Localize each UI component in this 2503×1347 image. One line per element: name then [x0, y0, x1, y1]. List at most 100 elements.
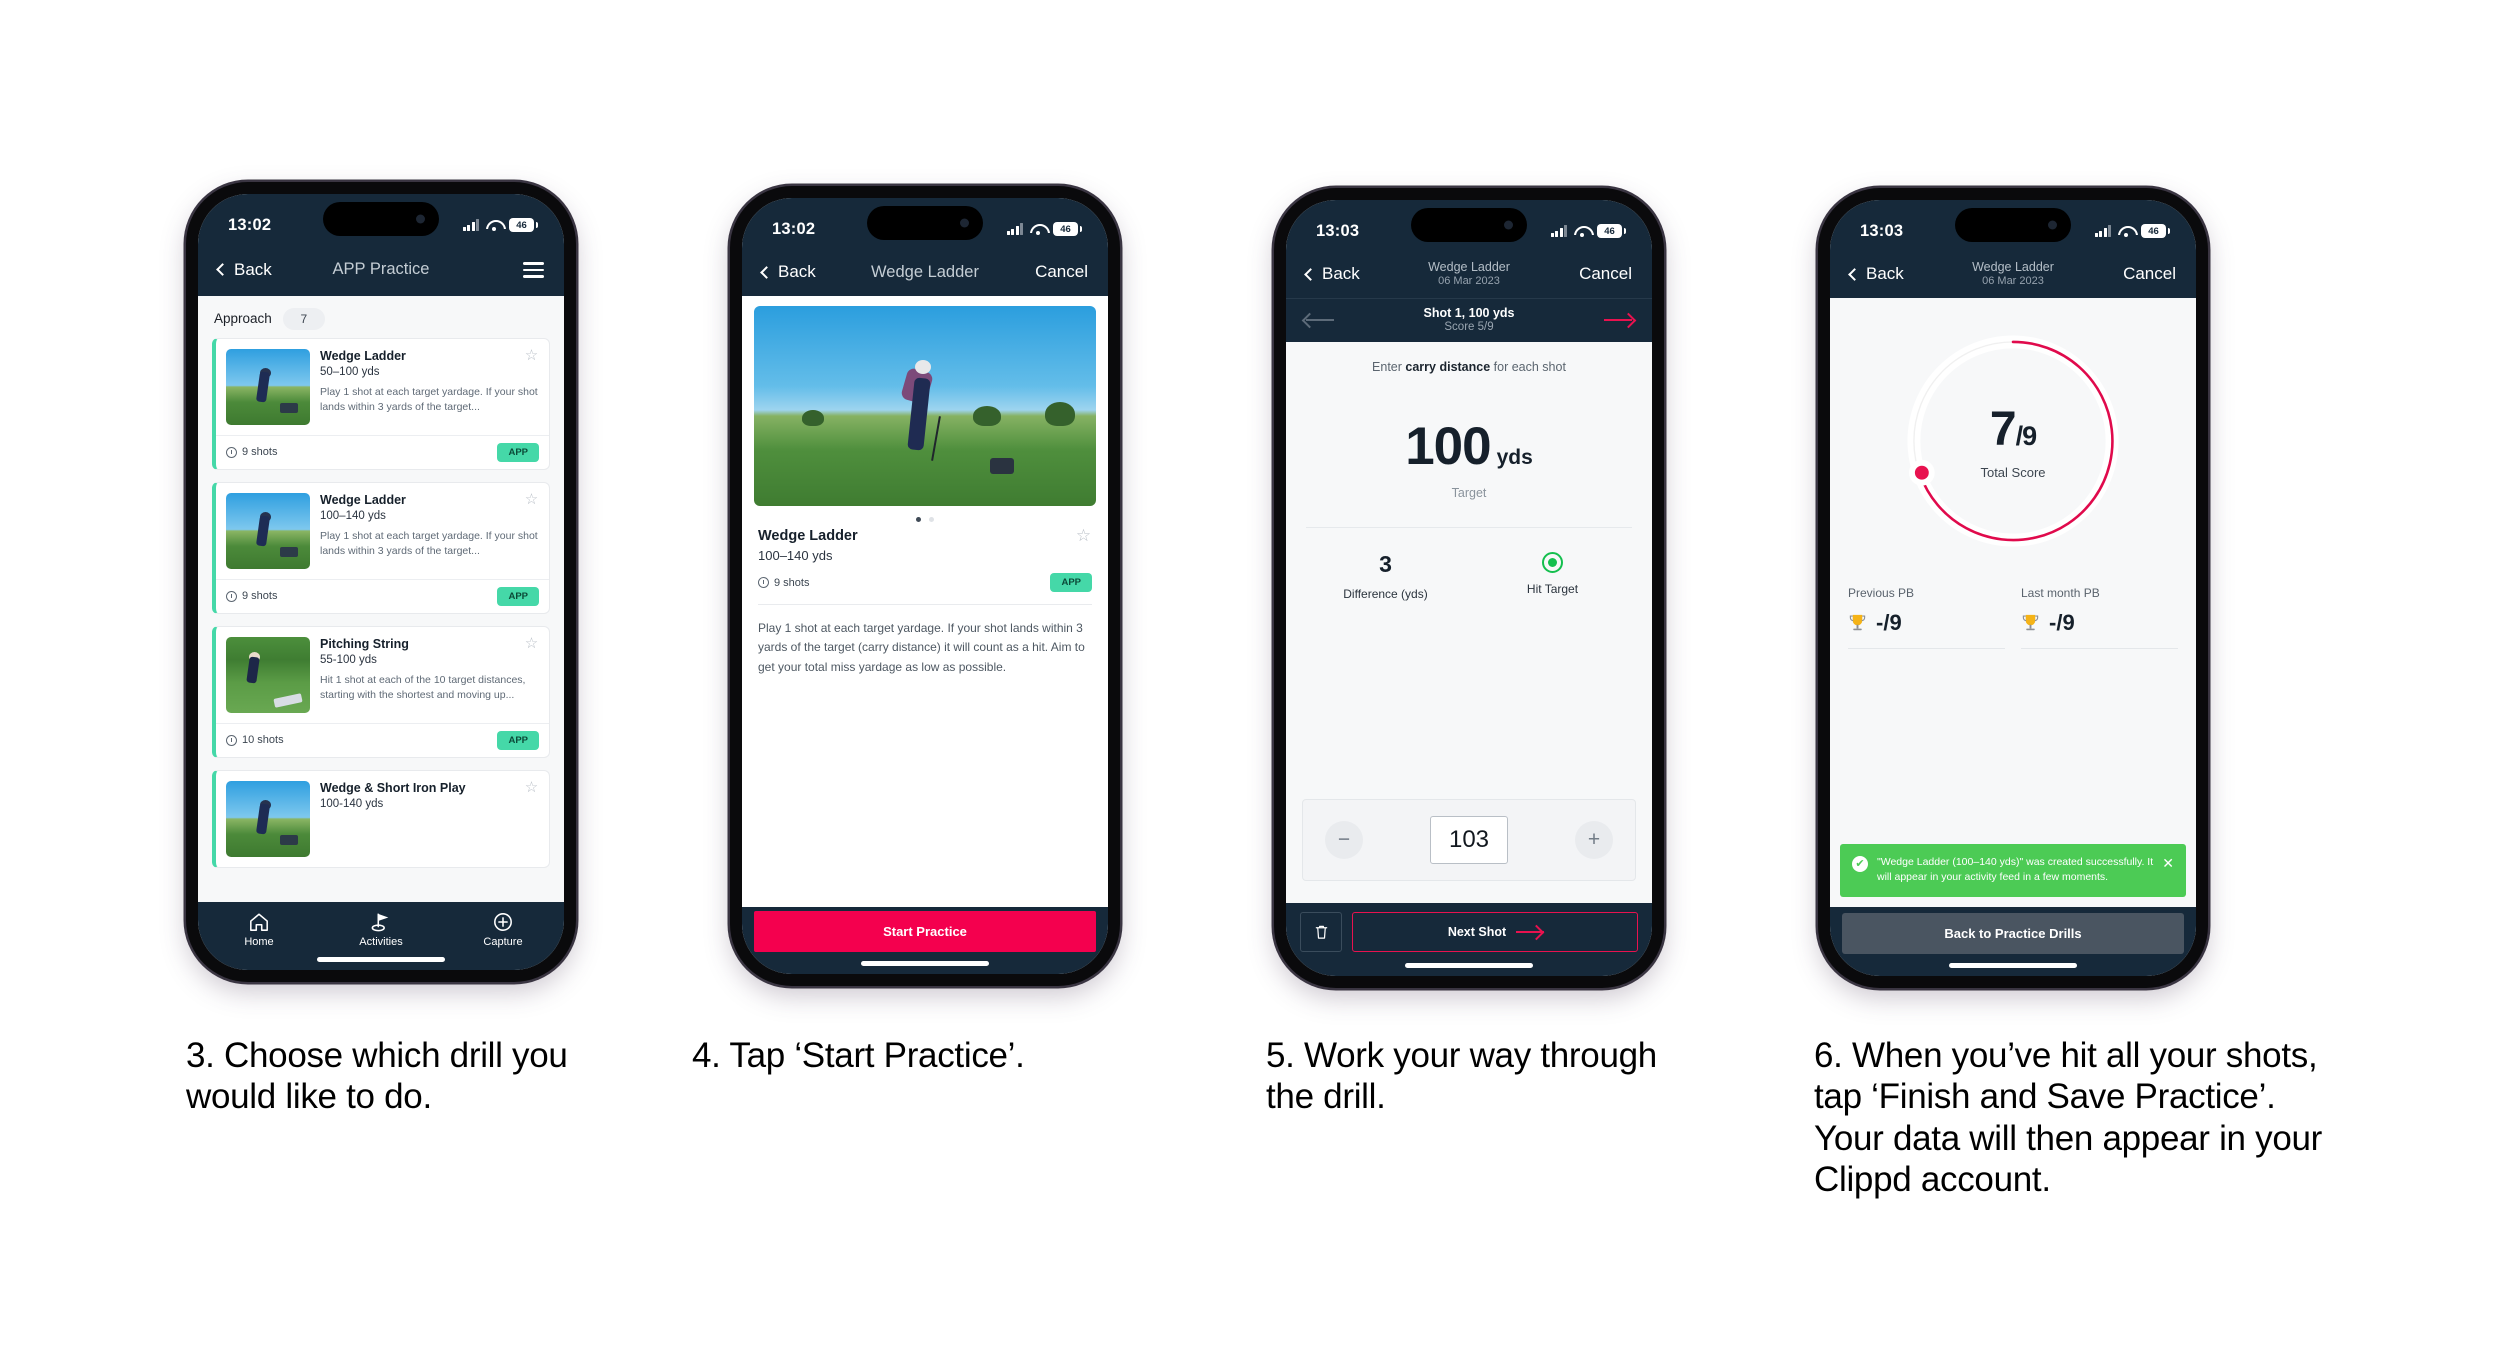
back-label: Back — [1322, 264, 1360, 283]
score-ring-text: 7/9 Total Score — [1904, 332, 2122, 550]
home-indicator — [317, 957, 445, 962]
tab-capture-label: Capture — [483, 936, 523, 948]
detail-description: Play 1 shot at each target yardage. If y… — [758, 621, 1085, 674]
chevron-left-icon — [216, 263, 229, 277]
score-numerator: 7 — [1989, 403, 2017, 456]
drill-shots: 10 shots — [226, 734, 284, 746]
back-button[interactable]: Back — [1304, 264, 1360, 284]
favorite-star-icon[interactable]: ☆ — [1075, 527, 1092, 545]
chevron-left-icon — [1848, 267, 1861, 281]
cancel-button[interactable]: Cancel — [2123, 264, 2176, 284]
nav-bar-2: Back Wedge Ladder Cancel — [742, 254, 1108, 296]
cellular-signal-icon — [2094, 225, 2111, 237]
carousel-dot-active[interactable] — [916, 517, 921, 522]
delete-shot-button[interactable] — [1300, 912, 1342, 952]
next-shot-button[interactable]: Next Shot — [1352, 912, 1638, 952]
cancel-button[interactable]: Cancel — [1035, 262, 1088, 282]
drill-description: Play 1 shot at each target yardage. If y… — [320, 529, 538, 558]
detail-badge: APP — [1050, 573, 1092, 592]
drill-title: Wedge Ladder — [320, 492, 406, 507]
status-time: 13:03 — [1316, 221, 1360, 240]
target-section: 100 yds Target 3 Difference (yds) Hit Tar… — [1286, 374, 1652, 601]
battery-icon: 46 — [509, 218, 538, 232]
back-button[interactable]: Back — [760, 262, 816, 282]
drill-info: Wedge Ladder ☆ 50–100 yds Play 1 shot at… — [320, 348, 539, 425]
results-body: 7/9 Total Score Previous PB -/9 Last mon… — [1830, 298, 2196, 907]
status-time: 13:03 — [1860, 221, 1904, 240]
plus-circle-icon — [494, 913, 512, 931]
carousel-dot[interactable] — [929, 517, 934, 522]
cancel-button[interactable]: Cancel — [1579, 264, 1632, 284]
back-label: Back — [234, 259, 272, 279]
start-practice-button[interactable]: Start Practice — [754, 911, 1096, 952]
cta-footer: Start Practice — [742, 907, 1108, 974]
caption-step-6: 6. When you’ve hit all your shots, tap ‘… — [1814, 1036, 2323, 1199]
shot-score: Score 5/9 — [1444, 321, 1494, 333]
screen-shot-entry: 13:03 46 Back Wedge Ladder 06 Mar 2023 C… — [1286, 200, 1652, 976]
tab-activities[interactable]: Activities — [320, 912, 442, 948]
status-bar-1: 13:02 46 — [198, 194, 564, 250]
drill-shots-label: 9 shots — [242, 590, 278, 603]
next-shot-label: Next Shot — [1447, 925, 1507, 939]
drill-title: Wedge & Short Iron Play — [320, 780, 466, 795]
trash-icon — [1315, 925, 1327, 939]
category-filter-row[interactable]: Approach 7 — [198, 296, 564, 338]
drill-card[interactable]: Wedge & Short Iron Play ☆ 100-140 yds — [212, 769, 550, 868]
drill-thumbnail — [226, 780, 310, 857]
status-bar-3: 13:03 46 — [1286, 200, 1652, 256]
drill-badge: APP — [497, 730, 539, 750]
category-count-pill[interactable]: 7 — [282, 307, 325, 330]
target-value-row: 100 yds Target — [1302, 416, 1636, 500]
detail-range: 100–140 yds — [758, 548, 833, 563]
screen-app-practice: 13:02 46 Back APP Practice Approach 7 We… — [198, 194, 564, 970]
drill-list-body[interactable]: Approach 7 Wedge Ladder ☆ 50–100 yds Pla… — [198, 295, 564, 902]
shot-entry-body: Enter carry distance for each shot 100 yd… — [1286, 342, 1652, 903]
back-button[interactable]: Back — [216, 259, 272, 280]
drill-badge: APP — [497, 442, 539, 462]
previous-shot-arrow-icon[interactable] — [1304, 313, 1334, 327]
status-indicators: 46 — [1550, 224, 1626, 238]
decrement-button[interactable]: − — [1325, 821, 1363, 859]
clock-icon — [226, 446, 237, 458]
carry-distance-input[interactable]: 103 — [1430, 816, 1508, 864]
target-unit: yds — [1496, 446, 1533, 469]
favorite-star-icon[interactable]: ☆ — [524, 492, 539, 508]
previous-pb-value: -/9 — [1876, 610, 1902, 635]
back-label: Back — [778, 262, 816, 281]
dynamic-island — [867, 206, 983, 240]
status-time: 13:02 — [772, 219, 816, 238]
drill-card[interactable]: Pitching String ☆ 55-100 yds Hit 1 shot … — [212, 625, 550, 758]
drill-card[interactable]: Wedge Ladder ☆ 100–140 yds Play 1 shot a… — [212, 481, 550, 614]
dynamic-island — [323, 202, 439, 236]
hint-prefix: Enter — [1372, 360, 1406, 374]
personal-best-grid: Previous PB -/9 Last month PB -/9 — [1830, 586, 2196, 649]
tab-capture[interactable]: Capture — [442, 912, 564, 948]
close-icon[interactable]: ✕ — [2162, 856, 2174, 870]
phone-mockup-4: 13:03 46 Back Wedge Ladder 06 Mar 2023 C… — [1818, 188, 2208, 988]
previous-pb-label: Previous PB — [1848, 586, 1915, 600]
carousel-dots[interactable] — [742, 506, 1108, 526]
arrow-right-icon — [1516, 925, 1545, 939]
screen-results: 13:03 46 Back Wedge Ladder 06 Mar 2023 C… — [1830, 200, 2196, 976]
hamburger-menu-icon[interactable] — [523, 258, 544, 282]
drill-range: 55-100 yds — [320, 653, 377, 666]
next-shot-arrow-icon[interactable] — [1604, 313, 1634, 327]
divider — [1306, 527, 1632, 528]
detail-body[interactable]: Wedge Ladder ☆ 100–140 yds 9 shots APP P… — [742, 296, 1108, 907]
favorite-star-icon[interactable]: ☆ — [524, 780, 539, 796]
wifi-icon — [486, 219, 502, 231]
favorite-star-icon[interactable]: ☆ — [524, 348, 539, 364]
increment-button[interactable]: + — [1575, 821, 1613, 859]
back-button[interactable]: Back — [1848, 264, 1904, 284]
detail-meta-row: 9 shots APP — [758, 573, 1092, 592]
tab-home[interactable]: Home — [198, 912, 320, 948]
success-toast: ✔ "Wedge Ladder (100–140 yds)" was creat… — [1840, 843, 2186, 897]
back-to-practice-drills-button[interactable]: Back to Practice Drills — [1842, 913, 2184, 954]
carry-distance-stepper[interactable]: − 103 + — [1302, 799, 1636, 881]
phone-mockup-1: 13:02 46 Back APP Practice Approach 7 We… — [186, 182, 576, 982]
drill-card[interactable]: Wedge Ladder ☆ 50–100 yds Play 1 shot at… — [212, 337, 550, 470]
tab-activities-label: Activities — [359, 936, 403, 948]
tab-home-label: Home — [244, 936, 274, 948]
favorite-star-icon[interactable]: ☆ — [524, 636, 539, 652]
wifi-icon — [1030, 223, 1046, 235]
